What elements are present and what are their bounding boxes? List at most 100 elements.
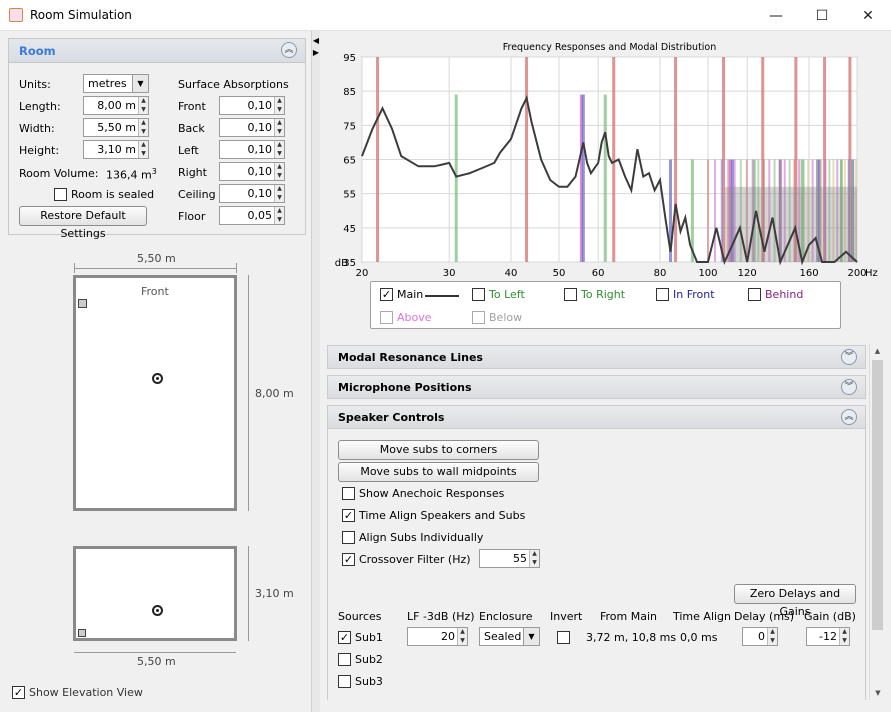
surface-spinner-2[interactable]: 0,10 ▲ ▼ xyxy=(219,140,285,159)
collapse-up-icon[interactable]: ︽ xyxy=(841,409,857,425)
crossover-spinner[interactable]: 55 ▲ ▼ xyxy=(479,549,540,568)
collapse-arrows-icon[interactable]: ◀ ▶ xyxy=(312,35,320,59)
move-subs-corners-button[interactable]: Move subs to corners xyxy=(338,440,539,460)
legend-checkbox-0[interactable]: ✓ xyxy=(380,288,393,301)
surface-spinner-1[interactable]: 0,10 ▲ ▼ xyxy=(219,118,285,137)
spinner-arrows-icon[interactable]: ▲ ▼ xyxy=(138,97,148,114)
scroll-up-icon[interactable]: ▲ xyxy=(870,344,885,358)
front-wall-label: Front xyxy=(141,285,169,298)
vertical-scrollbar[interactable]: ▲ ▼ xyxy=(869,344,885,700)
surface-label-1: Back xyxy=(178,122,205,135)
legend-checkbox-3[interactable] xyxy=(656,288,669,301)
mic-positions-section[interactable]: Microphone Positions ︾ xyxy=(327,375,866,399)
surface-value[interactable]: 0,05 xyxy=(220,207,274,224)
room-floor-plan[interactable]: Front xyxy=(73,275,237,511)
speaker-marker-icon[interactable] xyxy=(78,299,87,308)
height-value[interactable]: 3,10 m xyxy=(84,141,138,158)
sub1-from-main: 3,72 m, 10,8 ms xyxy=(586,631,677,644)
speaker-controls-section[interactable]: Speaker Controls ︽ xyxy=(327,405,866,429)
microphone-icon[interactable] xyxy=(152,605,163,616)
crossover-checkbox[interactable]: ✓ xyxy=(342,553,355,566)
align-subs-checkbox[interactable] xyxy=(342,531,355,544)
java-app-icon xyxy=(9,8,23,22)
surface-value[interactable]: 0,10 xyxy=(220,163,274,180)
spinner-arrows-icon[interactable]: ▲ ▼ xyxy=(274,207,284,224)
expand-down-icon[interactable]: ︾ xyxy=(841,349,857,365)
table-header-5: Time Align xyxy=(673,610,732,623)
spinner-arrows-icon[interactable]: ▲ ▼ xyxy=(138,141,148,158)
scrollbar-thumb[interactable] xyxy=(872,360,883,630)
surface-value[interactable]: 0,10 xyxy=(220,141,274,158)
spinner-arrows-icon[interactable]: ▲ ▼ xyxy=(457,628,467,645)
time-align-checkbox[interactable]: ✓ xyxy=(342,509,355,522)
spinner-arrows-icon[interactable]: ▲ ▼ xyxy=(274,163,284,180)
minimize-button[interactable]: — xyxy=(753,0,799,31)
spinner-arrows-icon[interactable]: ▲ ▼ xyxy=(529,550,539,567)
sub2-checkbox[interactable] xyxy=(338,653,351,666)
sub1-invert-checkbox[interactable] xyxy=(557,631,570,644)
spinner-arrows-icon[interactable]: ▲ ▼ xyxy=(274,141,284,158)
speaker-marker-icon[interactable] xyxy=(78,629,86,637)
length-spinner[interactable]: 8,00 m ▲ ▼ xyxy=(83,96,149,115)
surface-spinner-3[interactable]: 0,10 ▲ ▼ xyxy=(219,162,285,181)
surface-spinner-5[interactable]: 0,05 ▲ ▼ xyxy=(219,206,285,225)
surface-value[interactable]: 0,10 xyxy=(220,119,274,136)
chevron-down-icon: ▼ xyxy=(132,75,148,92)
scroll-down-icon[interactable]: ▼ xyxy=(870,686,886,700)
legend-checkbox-4[interactable] xyxy=(748,288,761,301)
width-spinner[interactable]: 5,50 m ▲ ▼ xyxy=(83,118,149,137)
sub1-label: Sub1 xyxy=(355,631,383,644)
spinner-arrows-icon[interactable]: ▲ ▼ xyxy=(138,119,148,136)
sub1-delay-spinner[interactable]: 0 ▲ ▼ xyxy=(742,627,778,646)
spinner-arrows-icon[interactable]: ▲ ▼ xyxy=(839,628,849,645)
maximize-button[interactable]: ☐ xyxy=(799,0,845,31)
length-value[interactable]: 8,00 m xyxy=(84,97,138,114)
modal-lines-section[interactable]: Modal Resonance Lines ︾ xyxy=(327,345,866,369)
surface-spinner-4[interactable]: 0,10 ▲ ▼ xyxy=(219,184,285,203)
room-elevation-view[interactable] xyxy=(73,546,237,641)
width-value[interactable]: 5,50 m xyxy=(84,119,138,136)
anechoic-checkbox[interactable] xyxy=(342,487,355,500)
crossover-value[interactable]: 55 xyxy=(480,550,529,567)
sub1-lf-value[interactable]: 20 xyxy=(408,628,457,645)
legend-checkbox-2[interactable] xyxy=(564,288,577,301)
legend-label-5: Above xyxy=(397,311,432,324)
surface-spinner-0[interactable]: 0,10 ▲ ▼ xyxy=(219,96,285,115)
width-label: Width: xyxy=(19,122,55,135)
legend-checkbox-6[interactable] xyxy=(472,311,485,324)
sub1-enclosure-select[interactable]: Sealed ▼ xyxy=(479,627,540,646)
spinner-arrows-icon[interactable]: ▲ ▼ xyxy=(767,628,777,645)
height-spinner[interactable]: 3,10 m ▲ ▼ xyxy=(83,140,149,159)
legend-checkbox-5[interactable] xyxy=(380,311,393,324)
modal-line-front xyxy=(674,57,678,262)
surface-value[interactable]: 0,10 xyxy=(220,97,274,114)
restore-defaults-button[interactable]: Restore Default Settings xyxy=(19,206,147,240)
split-pane-divider[interactable]: ◀ ▶ xyxy=(311,31,320,712)
room-sealed-checkbox[interactable] xyxy=(54,188,67,201)
zero-delays-gains-button[interactable]: Zero Delays and Gains xyxy=(734,584,856,618)
close-button[interactable]: ✕ xyxy=(845,0,891,31)
move-subs-midpoints-button[interactable]: Move subs to wall midpoints xyxy=(338,462,539,482)
legend-checkbox-1[interactable] xyxy=(472,288,485,301)
sub1-checkbox[interactable]: ✓ xyxy=(338,631,351,644)
surface-label-5: Floor xyxy=(178,210,206,223)
collapse-up-icon[interactable]: ︽ xyxy=(281,42,297,58)
spinner-arrows-icon[interactable]: ▲ ▼ xyxy=(274,185,284,202)
chevron-down-icon: ▼ xyxy=(523,628,539,645)
surface-value[interactable]: 0,10 xyxy=(220,185,274,202)
volume-value: 136,4 m3 xyxy=(106,167,157,182)
microphone-icon[interactable] xyxy=(152,373,163,384)
table-header-4: From Main xyxy=(600,610,658,623)
sub1-delay-value[interactable]: 0 xyxy=(743,628,767,645)
sub3-checkbox[interactable] xyxy=(338,675,351,688)
sub1-gain-spinner[interactable]: -12 ▲ ▼ xyxy=(806,627,850,646)
y-tick-label: 45 xyxy=(343,224,356,235)
spinner-arrows-icon[interactable]: ▲ ▼ xyxy=(274,119,284,136)
sub1-gain-value[interactable]: -12 xyxy=(807,628,839,645)
show-elevation-checkbox[interactable]: ✓ xyxy=(12,686,25,699)
room-panel-header[interactable]: Room ︽ xyxy=(9,39,305,63)
expand-down-icon[interactable]: ︾ xyxy=(841,379,857,395)
units-select[interactable]: metres ▼ xyxy=(83,74,149,93)
sub1-lf-spinner[interactable]: 20 ▲ ▼ xyxy=(407,627,468,646)
spinner-arrows-icon[interactable]: ▲ ▼ xyxy=(274,97,284,114)
